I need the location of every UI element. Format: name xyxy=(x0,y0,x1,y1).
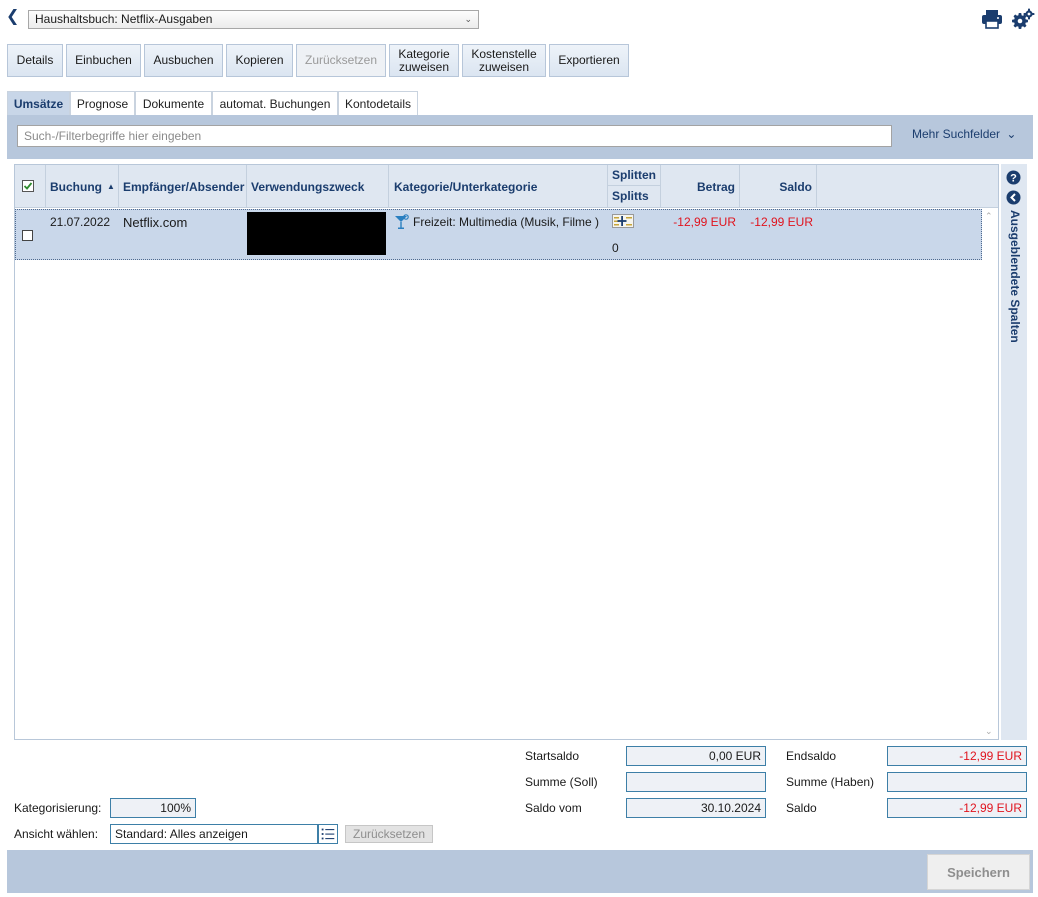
more-search-fields-toggle[interactable]: Mehr Suchfelder ⌄ xyxy=(912,127,1016,141)
col-verwendungszweck-label: Verwendungszweck xyxy=(251,179,365,194)
col-splitts-label: Splitts xyxy=(612,189,649,203)
tab-dokumente[interactable]: Dokumente xyxy=(135,91,212,115)
view-reset-button[interactable]: Zurücksetzen xyxy=(345,825,433,843)
saldo-field: -12,99 EUR xyxy=(887,798,1027,818)
scroll-down-icon[interactable]: ⌄ xyxy=(985,726,993,737)
svg-text:?: ? xyxy=(1010,173,1017,185)
startsaldo-field: 0,00 EUR xyxy=(626,746,766,766)
kategorisierung-field: 100% xyxy=(110,798,196,818)
redacted-verwendungszweck xyxy=(247,212,386,255)
startsaldo-label: Startsaldo xyxy=(525,749,580,763)
exportieren-button[interactable]: Exportieren xyxy=(549,44,629,77)
kostenstelle-zuweisen-button[interactable]: Kostenstelle zuweisen xyxy=(462,44,546,77)
kopieren-button[interactable]: Kopieren xyxy=(226,44,293,77)
kategorie-zuweisen-button[interactable]: Kategorie zuweisen xyxy=(389,44,459,77)
settings-gear-icon[interactable] xyxy=(1011,7,1035,31)
tab-automat-buchungen[interactable]: automat. Buchungen xyxy=(212,91,338,115)
collapse-left-icon[interactable] xyxy=(1006,190,1021,205)
sort-ascending-icon: ▲ xyxy=(107,182,115,191)
printer-icon[interactable] xyxy=(981,8,1003,30)
col-empfaenger-label: Empfänger/Absender xyxy=(123,179,245,194)
account-select-value: Haushaltsbuch: Netflix-Ausgaben xyxy=(35,12,213,26)
row-empfaenger: Netflix.com xyxy=(123,215,188,230)
col-empfaenger[interactable]: Empfänger/Absender xyxy=(119,165,247,208)
row-betrag: -12,99 EUR xyxy=(673,215,736,229)
kategorie-zuweisen-line2: zuweisen xyxy=(398,59,450,74)
kategorie-zuweisen-line1: Kategorie xyxy=(398,46,450,61)
col-verwendungszweck[interactable]: Verwendungszweck xyxy=(247,165,389,208)
row-kategorie: Freizeit: Multimedia (Musik, Filme ) xyxy=(413,215,600,229)
col-splitten-label: Splitten xyxy=(608,165,660,186)
col-betrag-label: Betrag xyxy=(696,179,735,194)
col-splitten[interactable]: Splitten Splitts xyxy=(608,165,661,208)
ausbuchen-button[interactable]: Ausbuchen xyxy=(144,44,223,77)
tab-prognose[interactable]: Prognose xyxy=(70,91,135,115)
row-checkbox[interactable] xyxy=(22,230,33,241)
endsaldo-field: -12,99 EUR xyxy=(887,746,1027,766)
tab-kontodetails[interactable]: Kontodetails xyxy=(338,91,418,115)
summe-haben-field xyxy=(887,772,1027,792)
col-betrag[interactable]: Betrag xyxy=(661,165,740,208)
account-select[interactable]: Haushaltsbuch: Netflix-Ausgaben ⌄ xyxy=(28,10,479,29)
chevron-down-icon: ⌄ xyxy=(1006,127,1017,141)
list-icon[interactable] xyxy=(318,824,338,844)
vertical-scrollbar[interactable]: ⌃ ⌄ xyxy=(982,209,998,739)
tab-bar: Umsätze Prognose Dokumente automat. Buch… xyxy=(7,91,1033,115)
hidden-columns-label: Ausgeblendete Spalten xyxy=(1008,210,1022,343)
kostenstelle-zuweisen-line2: zuweisen xyxy=(478,59,530,74)
scroll-up-icon[interactable]: ⌃ xyxy=(985,211,993,222)
leisure-cocktail-icon xyxy=(395,214,409,229)
saldo-vom-field[interactable]: 30.10.2024 xyxy=(626,798,766,818)
einbuchen-button[interactable]: Einbuchen xyxy=(66,44,141,77)
ansicht-label: Ansicht wählen: xyxy=(14,827,99,841)
summe-haben-label: Summe (Haben) xyxy=(786,775,875,789)
chevron-down-icon: ⌄ xyxy=(464,14,472,24)
col-kategorie[interactable]: Kategorie/Unterkategorie xyxy=(389,165,608,208)
saldo-vom-label: Saldo vom xyxy=(525,801,582,815)
col-saldo-label: Saldo xyxy=(779,179,812,194)
tab-umsaetze[interactable]: Umsätze xyxy=(7,91,70,115)
col-kategorie-label: Kategorie/Unterkategorie xyxy=(394,179,538,194)
col-saldo[interactable]: Saldo xyxy=(740,165,817,208)
help-icon[interactable]: ? xyxy=(1006,170,1021,185)
row-saldo: -12,99 EUR xyxy=(750,215,813,229)
col-select xyxy=(15,165,46,208)
endsaldo-label: Endsaldo xyxy=(786,749,837,763)
details-button[interactable]: Details xyxy=(7,44,63,77)
kategorisierung-label: Kategorisierung: xyxy=(14,801,102,815)
row-splitts: 0 xyxy=(612,241,619,255)
summe-soll-field xyxy=(626,772,766,792)
summe-soll-label: Summe (Soll) xyxy=(525,775,598,789)
view-select[interactable]: Standard: Alles anzeigen xyxy=(110,824,318,844)
row-date: 21.07.2022 xyxy=(50,215,111,229)
back-arrow-icon[interactable]: ❮ xyxy=(6,8,20,26)
more-search-fields-label: Mehr Suchfelder xyxy=(912,127,1001,141)
zuruecksetzen-button[interactable]: Zurücksetzen xyxy=(296,44,386,77)
col-buchung[interactable]: Buchung ▲ xyxy=(46,165,119,208)
saldo-label: Saldo xyxy=(786,801,817,815)
save-button[interactable]: Speichern xyxy=(927,854,1030,890)
split-add-icon[interactable] xyxy=(612,214,634,228)
col-buchung-label: Buchung xyxy=(50,179,102,194)
kostenstelle-zuweisen-line1: Kostenstelle xyxy=(471,46,537,61)
bottom-band xyxy=(7,850,1033,893)
search-input[interactable]: Such-/Filterbegriffe hier eingeben xyxy=(17,125,892,147)
